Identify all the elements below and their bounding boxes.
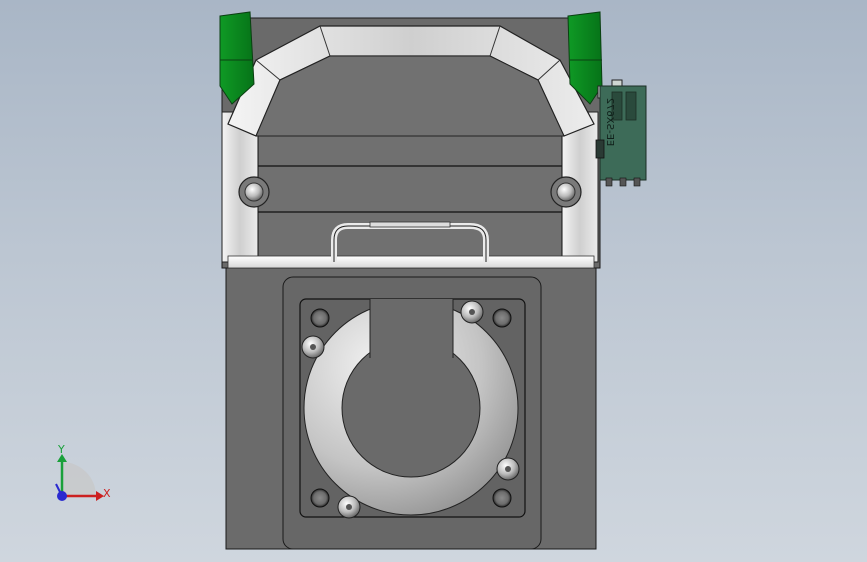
cad-viewport[interactable]: EE-SX672 X Y <box>0 0 867 562</box>
boss-right <box>550 176 582 208</box>
photo-sensor[interactable]: EE-SX672 <box>595 79 647 187</box>
coordinate-triad: X Y <box>55 443 111 501</box>
screw-bottom-left <box>337 495 361 519</box>
corner-hole-tl <box>310 308 330 328</box>
corner-hole-tr <box>492 308 512 328</box>
corner-hole-br <box>492 488 512 508</box>
model-view: EE-SX672 X Y <box>55 11 647 550</box>
boss-left <box>238 176 270 208</box>
screw-left <box>301 335 325 359</box>
screw-bottom-right <box>496 457 520 481</box>
screw-top-right <box>460 300 484 324</box>
y-axis-label: Y <box>57 443 65 456</box>
corner-hole-bl <box>310 488 330 508</box>
sensor-model-label: EE-SX672 <box>604 98 615 147</box>
x-axis-label: X <box>103 487 111 500</box>
base-block <box>225 267 597 550</box>
